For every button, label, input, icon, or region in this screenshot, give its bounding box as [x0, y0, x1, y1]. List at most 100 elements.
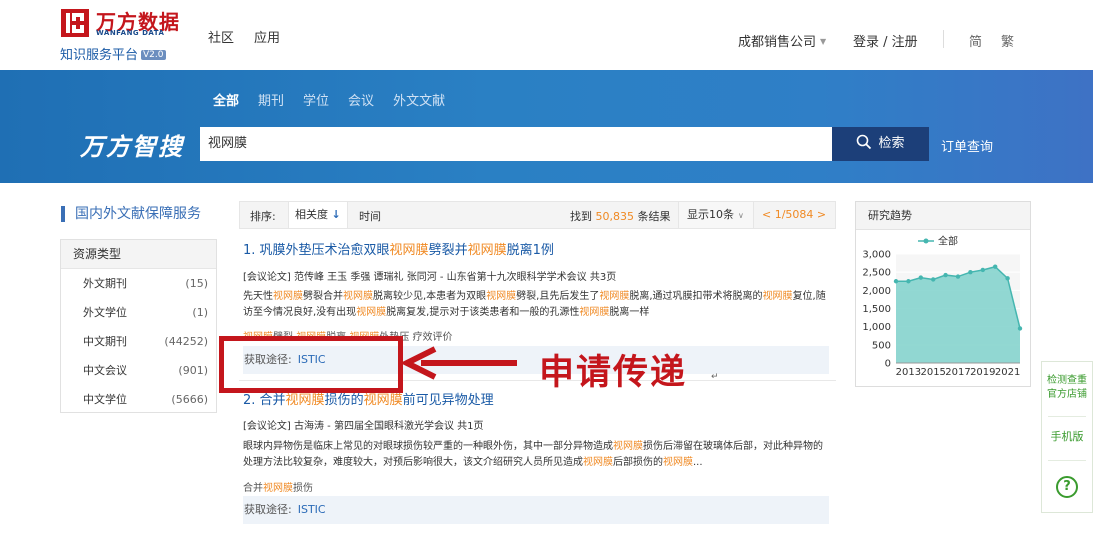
legend-marker: [923, 238, 929, 244]
keyword-highlight: 视网膜: [263, 483, 293, 494]
search-input[interactable]: 视网膜: [200, 127, 832, 161]
nav-apps[interactable]: 应用: [254, 27, 280, 46]
research-trend-panel: 研究趋势 0 500 1,000 1,500 2,000 2,500 3,000 2013 20…: [855, 201, 1031, 387]
filter-label: 中文学位: [83, 393, 127, 406]
result-abstract-1: 先天性视网膜劈裂合并视网膜脱离较少见,本患者为双眼视网膜劈裂,且先后发生了视网膜…: [243, 291, 826, 318]
results-toolbar: 排序: 相关度 ↓ 时间 找到 50,835 条结果 显示10条 ∨ < 1/50…: [239, 201, 836, 229]
result-meta-2: [会议论文] 古海涛 - 第四届全国眼科激光学会议 共1页: [243, 421, 484, 432]
x-tick-label: 2021: [995, 367, 1020, 378]
help-icon[interactable]: ?: [1056, 476, 1078, 498]
right-float-bar: 检测查重 官方店铺 手机版 ?: [1041, 361, 1093, 513]
lang-traditional-link[interactable]: 繁: [1001, 31, 1014, 50]
title-highlight: 视网膜: [285, 393, 325, 408]
found-count: 50,835: [595, 210, 635, 223]
y-tick-label: 0: [885, 359, 891, 370]
logo-subtitle: 知识服务平台 V2.0: [60, 44, 166, 63]
annotation-text: 申请传递: [539, 353, 688, 393]
keyword-highlight: 视网膜: [599, 291, 630, 302]
chevron-down-icon: ▼: [820, 37, 827, 46]
x-tick-label: 2019: [970, 367, 995, 378]
y-tick-label: 1,000: [862, 322, 891, 333]
company-name: 成都销售公司: [738, 35, 817, 50]
logo-en-text: WANFANG DATA: [96, 29, 165, 37]
page-size-value: 显示10条: [687, 208, 734, 221]
search-scope-tabs: 全部 期刊 学位 会议 外文文献: [213, 90, 464, 109]
scope-tab-foreign[interactable]: 外文文献: [393, 90, 445, 109]
data-point: [980, 267, 985, 273]
x-tick-label: 2017: [945, 367, 970, 378]
trend-chart: 05001,0001,5002,0002,5003,0002013 2015 201…: [862, 235, 1023, 378]
trend-area: [896, 266, 1020, 363]
pagination[interactable]: < 1/5084 >: [762, 208, 826, 221]
filter-chinese-journal[interactable]: 中文期刊 (44252): [61, 327, 216, 356]
keyword-highlight: 视网膜: [356, 307, 387, 318]
wanfang-logo[interactable]: 万方数据 WANFANG DATA 知识服务平台 V2.0: [60, 8, 190, 64]
nav-community[interactable]: 社区: [208, 27, 234, 46]
filter-foreign-degree[interactable]: 外文学位 (1): [61, 298, 216, 327]
search-button[interactable]: 检索: [832, 127, 929, 161]
arrow-down-icon: ↓: [331, 208, 341, 221]
keyword-highlight: 视网膜: [273, 291, 303, 302]
filter-count: (5666): [171, 393, 208, 406]
y-tick-label: 2,000: [862, 286, 891, 297]
data-point: [968, 269, 973, 275]
lang-simplified-link[interactable]: 简: [969, 31, 982, 50]
title-highlight: 视网膜: [467, 243, 507, 258]
scope-tab-all[interactable]: 全部: [213, 90, 239, 109]
order-query-link[interactable]: 订单查询: [941, 136, 993, 155]
float-divider: [1048, 460, 1086, 461]
title-highlight: 视网膜: [363, 393, 403, 408]
search-banner: 全部 期刊 学位 会议 外文文献 万方智搜 视网膜 检索 订单查询: [0, 70, 1093, 183]
filter-count: (44252): [164, 335, 208, 348]
filter-chinese-degree[interactable]: 中文学位 (5666): [61, 385, 216, 414]
title-highlight: 视网膜: [389, 243, 429, 258]
access-label: 获取途径:: [244, 503, 292, 516]
filter-chinese-conference[interactable]: 中文会议 (901): [61, 356, 216, 385]
result-title-1[interactable]: 1. 巩膜外垫压术治愈双眼视网膜劈裂并视网膜脱离1例: [243, 239, 554, 258]
sort-time-button[interactable]: 时间: [359, 208, 381, 224]
filter-count: (15): [185, 277, 208, 290]
plagiarism-check-store-link[interactable]: 检测查重 官方店铺: [1042, 374, 1092, 402]
result-keywords-2: 合并视网膜损伤: [243, 483, 313, 494]
result-meta-1: [会议论文] 范传峰 王玉 季强 谭瑞礼 张同河 - 山东省第十九次眼科学学术会…: [243, 272, 617, 283]
mobile-version-link[interactable]: 手机版: [1042, 430, 1092, 444]
y-tick-label: 1,500: [862, 304, 891, 315]
result-abstract-2: 眼球内异物伤是临床上常见的对眼球损伤较严重的一种眼外伤，其中一部分异物造成视网膜…: [243, 441, 823, 468]
x-tick-label: 2013: [896, 367, 921, 378]
filter-label: 外文学位: [83, 306, 127, 319]
title-text: 前可见异物处理: [402, 393, 494, 408]
top-header: 万方数据 WANFANG DATA 知识服务平台 V2.0 社区 应用 成都销售公…: [0, 0, 1093, 70]
scope-tab-conference[interactable]: 会议: [348, 90, 374, 109]
company-selector[interactable]: 成都销售公司 ▼: [738, 31, 826, 50]
search-icon: [857, 134, 872, 150]
keyword-highlight: 视网膜: [762, 291, 793, 302]
keyword-highlight: 视网膜: [343, 291, 373, 302]
resource-type-header: 资源类型: [61, 240, 216, 269]
filter-foreign-journal[interactable]: 外文期刊 (15): [61, 269, 216, 298]
page-size-select[interactable]: 显示10条 ∨: [678, 202, 754, 228]
scope-tab-degree[interactable]: 学位: [303, 90, 329, 109]
data-point: [918, 275, 923, 280]
filter-count: (901): [178, 364, 208, 377]
data-point: [906, 279, 911, 284]
title-text: 2. 合并: [243, 393, 286, 408]
search-button-label: 检索: [878, 136, 905, 151]
wanfang-logo-icon: [61, 9, 89, 37]
scope-tab-journal[interactable]: 期刊: [258, 90, 284, 109]
keyword-highlight: 视网膜: [663, 457, 693, 468]
login-register-link[interactable]: 登录 / 注册: [853, 31, 918, 50]
access-source-link[interactable]: ISTIC: [298, 503, 326, 516]
result-access-2: 获取途径: ISTIC: [243, 496, 829, 524]
filter-label: 中文期刊: [83, 335, 127, 348]
sidebar-title: 国内外文献保障服务: [61, 206, 201, 222]
data-point: [943, 272, 948, 278]
sort-relevance-button[interactable]: 相关度 ↓: [288, 202, 348, 228]
resource-type-filter: 资源类型 外文期刊 (15) 外文学位 (1) 中文期刊 (44252) 中文会议 (9…: [60, 239, 217, 413]
sort-relevance-label: 相关度: [295, 208, 328, 221]
result-count: 找到 50,835 条结果: [570, 208, 671, 224]
version-badge: V2.0: [141, 50, 166, 60]
header-divider: [943, 30, 944, 48]
data-point: [955, 274, 961, 279]
data-point: [931, 277, 936, 282]
keyword-highlight: 视网膜: [613, 441, 643, 452]
